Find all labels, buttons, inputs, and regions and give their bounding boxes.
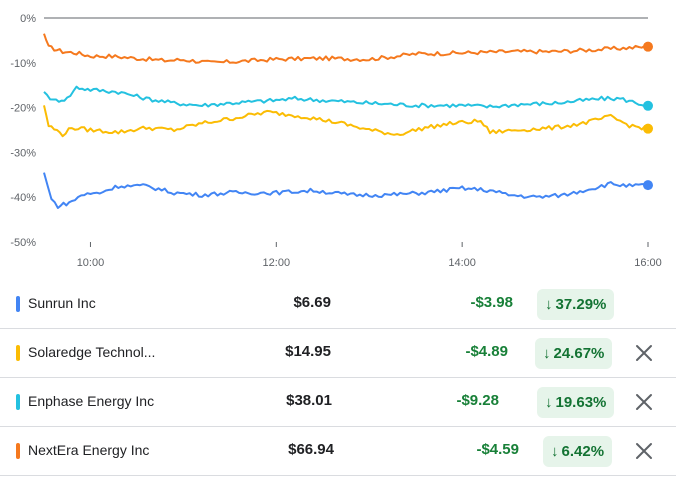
series-end-point: [643, 123, 653, 134]
security-name[interactable]: Enphase Energy Inc: [28, 393, 154, 409]
percent-change-value: 24.67%: [553, 345, 605, 362]
change-value: -$9.28: [456, 392, 499, 409]
percent-change-badge: ↓ 19.63%: [537, 387, 615, 418]
y-tick-label: -50%: [10, 237, 36, 249]
price-value: $14.95: [285, 343, 331, 360]
percent-change-badge: ↓ 37.29%: [537, 289, 615, 320]
series-color-swatch: [16, 443, 20, 459]
percent-change-value: 19.63%: [555, 394, 607, 411]
remove-comparison-button[interactable]: [633, 342, 655, 364]
comparison-row[interactable]: Enphase Energy Inc $38.01 -$9.28 ↓ 19.63%: [0, 378, 676, 427]
percent-change-badge: ↓ 6.42%: [543, 436, 613, 467]
arrow-down-icon: ↓: [545, 394, 553, 411]
comparison-row[interactable]: NextEra Energy Inc $66.94 -$4.59 ↓ 6.42%: [0, 427, 676, 476]
series-line: [43, 33, 649, 64]
remove-comparison-button[interactable]: [633, 440, 655, 462]
arrow-down-icon: ↓: [543, 345, 551, 362]
x-tick-label: 16:00: [634, 257, 662, 269]
series-line: [43, 105, 649, 138]
comparison-chart: 0% -10% -20% -30% -40% -50% 10:00 12:00 14:00 16:…: [10, 13, 662, 269]
change-value: -$3.98: [470, 294, 513, 311]
series-line: [43, 85, 649, 109]
y-tick-label: -20%: [10, 103, 36, 115]
y-tick-label: -30%: [10, 147, 36, 159]
close-icon[interactable]: [633, 342, 655, 364]
series-line: [43, 172, 649, 209]
close-icon[interactable]: [633, 391, 655, 413]
y-tick-label: 0%: [20, 13, 36, 25]
close-icon[interactable]: [633, 440, 655, 462]
comparison-row[interactable]: Sunrun Inc $6.69 -$3.98 ↓ 37.29%: [0, 280, 676, 329]
change-value: -$4.89: [465, 343, 508, 360]
price-value: $38.01: [286, 392, 332, 409]
series-color-swatch: [16, 345, 20, 361]
y-tick-label: -10%: [10, 58, 36, 70]
change-value: -$4.59: [476, 441, 519, 458]
arrow-down-icon: ↓: [551, 443, 559, 460]
y-tick-label: -40%: [10, 192, 36, 204]
percent-change-value: 6.42%: [561, 443, 605, 460]
security-name[interactable]: Sunrun Inc: [28, 295, 96, 311]
arrow-down-icon: ↓: [545, 296, 553, 313]
x-tick-label: 10:00: [77, 257, 105, 269]
comparison-row[interactable]: Solaredge Technol... $14.95 -$4.89 ↓ 24.67%: [0, 329, 676, 378]
series-color-swatch: [16, 394, 20, 410]
price-value: $6.69: [293, 294, 331, 311]
x-tick-label: 12:00: [263, 257, 291, 269]
series-end-point: [643, 180, 653, 191]
remove-comparison-button[interactable]: [633, 391, 655, 413]
price-value: $66.94: [288, 441, 334, 458]
series-end-point: [643, 41, 653, 52]
series-end-point: [643, 100, 653, 111]
series-color-swatch: [16, 296, 20, 312]
security-name[interactable]: NextEra Energy Inc: [28, 442, 149, 458]
x-tick-label: 14:00: [448, 257, 476, 269]
percent-change-value: 37.29%: [555, 296, 607, 313]
security-name[interactable]: Solaredge Technol...: [28, 344, 155, 360]
percent-change-badge: ↓ 24.67%: [535, 338, 613, 369]
